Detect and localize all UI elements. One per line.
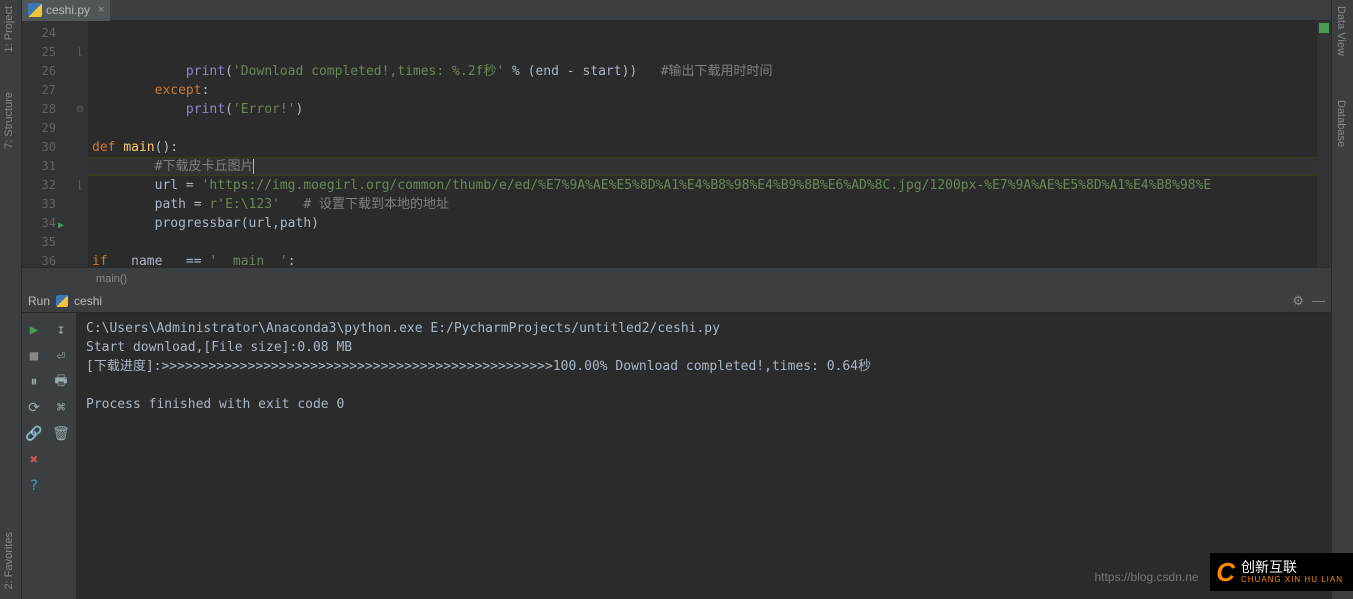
scroll-to-end-button[interactable]: ↧ xyxy=(50,319,72,341)
minimize-icon[interactable]: — xyxy=(1312,293,1325,308)
editor-tab-bar: ceshi.py × xyxy=(22,0,1331,21)
settings-icon[interactable]: ⚙ xyxy=(1292,293,1304,309)
run-toolbar: ▶ ↧ ■ ⏎ ⏸ 🖶 ⟳ ⌘ 🔗 🗑 ✖ ? xyxy=(22,313,76,599)
toggle-soft-wrap-button[interactable]: ⏎ xyxy=(50,345,72,367)
file-tab-label: ceshi.py xyxy=(46,3,90,17)
watermark-sub: CHUANG XIN HU LIAN xyxy=(1241,575,1343,584)
sidebar-tab-structure[interactable]: 7: Structure xyxy=(3,92,15,149)
run-panel-header: Run ceshi ⚙ — xyxy=(22,289,1331,313)
run-panel-title: Run xyxy=(28,294,50,308)
sidebar-tab-database[interactable]: Database xyxy=(1335,100,1347,147)
close-tab-icon[interactable]: × xyxy=(94,4,104,16)
python-file-icon xyxy=(28,3,42,17)
sidebar-tab-favorites[interactable]: 2: Favorites xyxy=(3,532,15,589)
clear-button[interactable]: 🗑 xyxy=(50,423,72,445)
run-config-name[interactable]: ceshi xyxy=(74,294,102,308)
file-tab-active[interactable]: ceshi.py × xyxy=(22,0,110,21)
help-button[interactable]: ? xyxy=(23,475,45,497)
stop-button[interactable]: ■ xyxy=(23,345,45,367)
restart-button[interactable]: ⟳ xyxy=(23,397,45,419)
watermark-brand: 创新互联 xyxy=(1241,560,1343,575)
rerun-button[interactable]: ▶ xyxy=(23,319,45,341)
attach-button[interactable]: 🔗 xyxy=(23,423,45,445)
right-tool-strip: Data View Database xyxy=(1331,0,1353,599)
code-area[interactable]: print('Download completed!,times: %.2f秒'… xyxy=(88,21,1317,286)
show-cmdline-button[interactable]: ⌘ xyxy=(50,397,72,419)
close-run-button[interactable]: ✖ xyxy=(23,449,45,471)
left-tool-strip: 1: Project 7: Structure 2: Favorites xyxy=(0,0,22,599)
watermark-logo: C 创新互联 CHUANG XIN HU LIAN xyxy=(1210,553,1353,591)
pause-button[interactable]: ⏸ xyxy=(23,371,45,393)
sidebar-tab-project[interactable]: 1: Project xyxy=(3,6,15,52)
watermark: https://blog.csdn.ne C 创新互联 CHUANG XIN H… xyxy=(1095,553,1353,591)
line-number-gutter: 24252627282930313233▶343536 xyxy=(22,21,72,286)
python-icon xyxy=(56,295,68,307)
print-button[interactable]: 🖶 xyxy=(50,371,72,393)
analysis-ok-icon xyxy=(1319,23,1329,33)
sidebar-tab-dataview[interactable]: Data View xyxy=(1335,6,1347,56)
fold-column[interactable]: ⌊⊟⌊ xyxy=(72,21,88,286)
watermark-url: https://blog.csdn.ne xyxy=(1095,570,1199,584)
code-editor[interactable]: 24252627282930313233▶343536 ⌊⊟⌊ print('D… xyxy=(22,21,1331,286)
error-stripe[interactable] xyxy=(1317,21,1331,286)
breadcrumb[interactable]: main() xyxy=(22,267,1331,289)
logo-c-icon: C xyxy=(1216,557,1235,588)
